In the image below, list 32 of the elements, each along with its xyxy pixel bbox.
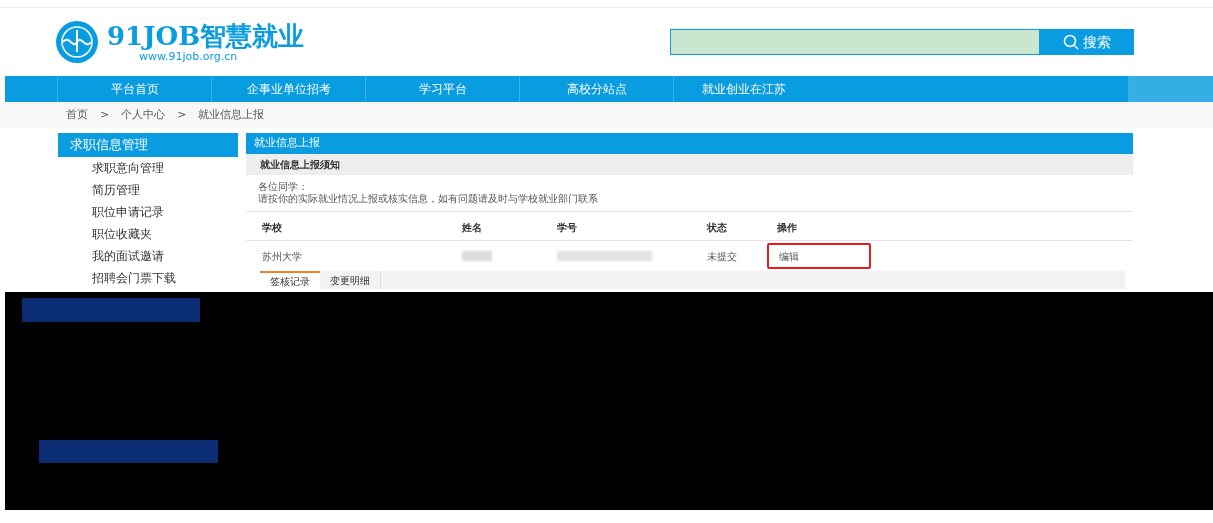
sidebar-item[interactable]: 职位收藏夹 bbox=[58, 223, 238, 245]
panel-header: 就业信息上报 bbox=[246, 133, 1133, 154]
column-header: 学号 bbox=[557, 220, 578, 235]
table-cell-text: 未提交 bbox=[707, 249, 738, 264]
column-header: 操作 bbox=[777, 220, 798, 235]
notice-header: 就业信息上报须知 bbox=[246, 154, 1133, 175]
logo-title: 91JOB智慧就业 bbox=[107, 22, 305, 49]
table-cell-text: 苏州大学 bbox=[262, 249, 303, 264]
breadcrumb-item[interactable]: 个人中心 bbox=[121, 106, 166, 124]
column-header: 学校 bbox=[262, 220, 283, 235]
sidebar-item[interactable]: 求职意向管理 bbox=[58, 157, 238, 179]
sidebar-item[interactable]: 职位申请记录 bbox=[58, 201, 238, 223]
notice-text: 各位同学： bbox=[258, 181, 309, 193]
sidebar-header: 求职信息管理 bbox=[58, 133, 238, 157]
edit-link[interactable]: 编辑 bbox=[767, 243, 871, 269]
column-header: 状态 bbox=[707, 220, 728, 235]
notice-text: 请按你的实际就业情况上报或核实信息，如有问题请及时与学校就业部门联系 bbox=[258, 193, 599, 205]
breadcrumb-item[interactable]: 就业信息上报 bbox=[198, 106, 265, 124]
tab[interactable]: 变更明细 bbox=[320, 271, 381, 289]
blurred-name bbox=[462, 251, 492, 261]
logo-icon bbox=[55, 20, 99, 64]
sidebar-item[interactable]: 招聘会门票下载 bbox=[58, 267, 238, 289]
breadcrumb-item[interactable]: 首页 bbox=[66, 106, 88, 124]
breadcrumb-separator: > bbox=[177, 106, 187, 123]
sidebar-item[interactable]: 简历管理 bbox=[58, 179, 238, 201]
search-field[interactable] bbox=[670, 29, 1040, 55]
column-header: 姓名 bbox=[462, 220, 483, 235]
tab[interactable]: 签核记录 bbox=[260, 271, 320, 289]
breadcrumb-separator: > bbox=[100, 106, 110, 123]
search-icon bbox=[1063, 34, 1079, 50]
logo-url: www.91job.org.cn bbox=[139, 50, 239, 62]
sidebar-item[interactable]: 我的面试邀请 bbox=[58, 245, 238, 267]
